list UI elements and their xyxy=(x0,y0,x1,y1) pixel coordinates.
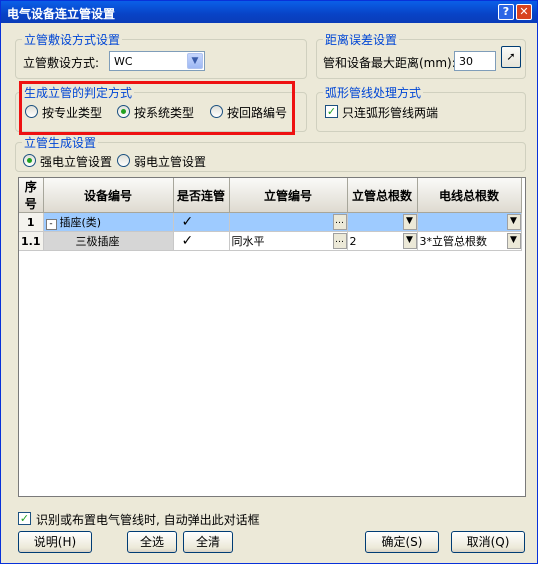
pipe-no-cell[interactable]: 同水平 … xyxy=(229,231,348,251)
col-header-pipe-count[interactable]: 立管总根数 xyxy=(347,178,418,213)
pipe-count-cell[interactable]: 2 ▼ xyxy=(347,231,418,251)
chevron-down-icon[interactable]: ▼ xyxy=(402,233,416,249)
radio-weak-current[interactable] xyxy=(117,154,130,167)
arc-both-ends-label[interactable]: 只连弧形管线两端 xyxy=(342,104,438,121)
chevron-down-icon[interactable]: ▼ xyxy=(506,214,520,230)
ellipsis-button[interactable]: … xyxy=(332,214,346,230)
collapse-icon[interactable]: - xyxy=(45,219,57,230)
device-cell[interactable]: - 插座(类) xyxy=(43,212,174,232)
laying-method-value: WC xyxy=(114,55,133,68)
col-header-wire-count[interactable]: 电线总根数 xyxy=(417,178,522,213)
distance-input[interactable]: 30 xyxy=(454,51,496,71)
device-cell[interactable]: 三极插座 xyxy=(43,231,174,251)
check-icon: ✓ xyxy=(181,214,194,230)
pipe-generation-legend: 立管生成设置 xyxy=(24,136,97,150)
wire-count-cell[interactable]: 3*立管总根数 ▼ xyxy=(417,231,522,251)
laying-method-select[interactable]: WC ▼ xyxy=(109,51,205,71)
row-seq: 1 xyxy=(19,212,44,232)
radio-weak-current-label[interactable]: 弱电立管设置 xyxy=(134,153,206,170)
help-icon[interactable]: ? xyxy=(498,4,514,20)
dialog-window: 电气设备连立管设置 ? ✕ 立管敷设方式设置 立管敷设方式: WC ▼ 距离误差… xyxy=(0,0,538,564)
radio-strong-current[interactable] xyxy=(23,154,36,167)
title-bar[interactable]: 电气设备连立管设置 ? ✕ xyxy=(1,1,537,23)
laying-method-legend: 立管敷设方式设置 xyxy=(24,33,121,47)
chevron-down-icon[interactable]: ▼ xyxy=(402,214,416,230)
help-button[interactable]: 说明(H) xyxy=(18,531,92,553)
table-row[interactable]: 1 - 插座(类) ✓ … ▼ ▼ xyxy=(19,212,522,232)
distance-label: 管和设备最大距离(mm): xyxy=(323,56,456,70)
radio-strong-current-label[interactable]: 强电立管设置 xyxy=(40,153,112,170)
pick-distance-button[interactable]: ➚ xyxy=(501,46,521,68)
arc-both-ends-checkbox[interactable]: ✓ xyxy=(325,105,338,118)
pipe-count-value: 2 xyxy=(349,234,357,248)
auto-popup-label[interactable]: 识别或布置电气管线时, 自动弹出此对话框 xyxy=(36,511,260,528)
distance-error-legend: 距离误差设置 xyxy=(325,33,398,47)
select-all-button[interactable]: 全选 xyxy=(127,531,177,553)
arc-process-legend: 弧形管线处理方式 xyxy=(325,86,422,100)
col-header-pipe-no[interactable]: 立管编号 xyxy=(229,178,348,213)
highlight-box xyxy=(19,81,295,135)
pipe-no-value: 同水平 xyxy=(231,235,265,248)
auto-popup-checkbox[interactable]: ✓ xyxy=(18,512,31,525)
device-name: 三极插座 xyxy=(75,235,120,248)
ellipsis-button[interactable]: … xyxy=(332,233,346,249)
connect-cell[interactable]: ✓ xyxy=(173,231,230,251)
row-seq: 1.1 xyxy=(19,231,44,251)
pipe-no-cell[interactable]: … xyxy=(229,212,348,232)
cancel-button[interactable]: 取消(Q) xyxy=(451,531,525,553)
wire-count-value: 3*立管总根数 xyxy=(419,235,488,248)
chevron-down-icon[interactable]: ▼ xyxy=(506,233,520,249)
chevron-down-icon[interactable]: ▼ xyxy=(187,53,203,69)
col-header-device[interactable]: 设备编号 xyxy=(43,178,174,213)
device-name: 插座(类) xyxy=(59,216,102,229)
col-header-seq[interactable]: 序号 xyxy=(19,178,44,213)
wire-count-cell[interactable]: ▼ xyxy=(417,212,522,232)
cursor-icon: ➚ xyxy=(506,50,516,63)
device-grid[interactable]: 序号 设备编号 是否连管 立管编号 立管总根数 电线总根数 1 - 插座(类) ✓… xyxy=(18,177,526,497)
table-row[interactable]: 1.1 三极插座 ✓ 同水平… 2 ▼ 3*立管总根数 ▼ xyxy=(19,231,522,251)
col-header-connect[interactable]: 是否连管 xyxy=(173,178,230,213)
window-title: 电气设备连立管设置 xyxy=(7,7,116,21)
ok-button[interactable]: 确定(S) xyxy=(365,531,439,553)
close-icon[interactable]: ✕ xyxy=(516,4,532,20)
laying-method-label: 立管敷设方式: xyxy=(23,56,100,70)
clear-all-button[interactable]: 全清 xyxy=(183,531,233,553)
connect-cell[interactable]: ✓ xyxy=(173,212,230,232)
pipe-count-cell[interactable]: ▼ xyxy=(347,212,418,232)
check-icon: ✓ xyxy=(181,233,194,249)
grid-header-row: 序号 设备编号 是否连管 立管编号 立管总根数 电线总根数 xyxy=(19,178,522,213)
